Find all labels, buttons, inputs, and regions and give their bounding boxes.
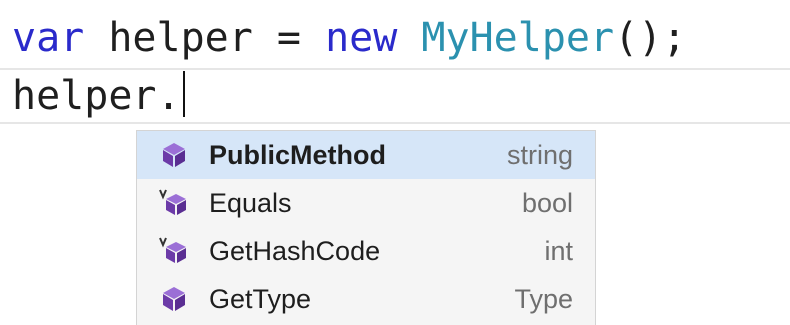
code-text: helper. <box>12 73 181 119</box>
completion-item-label: GetHashCode <box>209 235 381 266</box>
code-line-2[interactable]: helper. <box>12 68 185 124</box>
virtual-method-icon <box>159 236 189 266</box>
completion-item-label: Equals <box>209 187 292 218</box>
completion-item-publicmethod[interactable]: PublicMethod string <box>137 131 595 179</box>
code-text: (); <box>614 15 687 61</box>
code-editor[interactable]: var helper = new MyHelper(); helper. Pub… <box>0 0 790 325</box>
completion-item-type: int <box>544 235 573 266</box>
code-line-1[interactable]: var helper = new MyHelper(); <box>12 10 686 66</box>
completion-item-gethashcode[interactable]: GetHashCode int <box>137 227 595 275</box>
completion-item-type: Type <box>514 283 573 314</box>
text-caret <box>182 71 185 117</box>
completion-item-label: GetType <box>209 283 312 314</box>
virtual-method-icon <box>159 188 189 218</box>
code-text: helper = <box>84 15 326 61</box>
keyword-new: new <box>325 15 398 61</box>
completion-item-type: string <box>506 139 573 170</box>
completion-item-type: bool <box>521 187 573 218</box>
completion-item-equals[interactable]: Equals bool <box>137 179 595 227</box>
completion-item-label: PublicMethod <box>209 139 386 170</box>
completion-item-gettype[interactable]: GetType Type <box>137 275 595 323</box>
intellisense-popup: PublicMethod string Equals bool GetHashC… <box>136 130 596 325</box>
type-name: MyHelper <box>421 15 615 61</box>
method-icon <box>159 140 189 170</box>
keyword-var: var <box>12 15 85 61</box>
method-icon <box>159 284 189 314</box>
